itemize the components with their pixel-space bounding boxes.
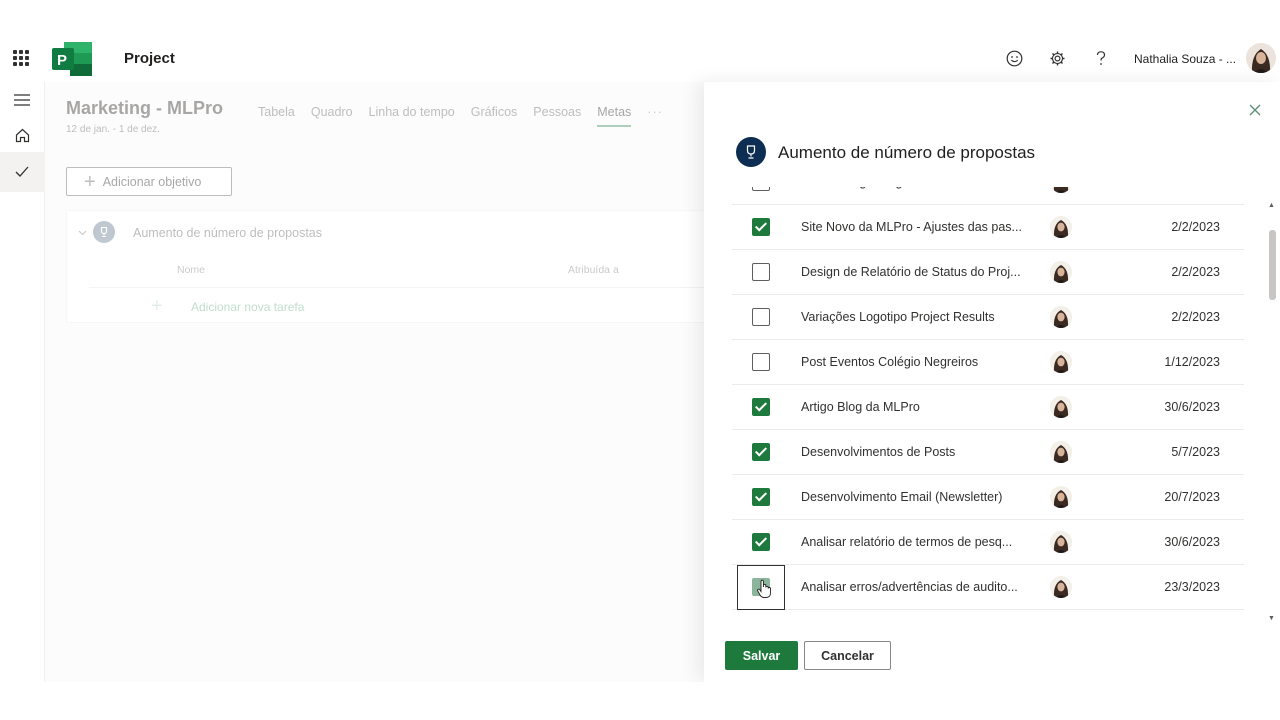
tab-graficos[interactable]: Gráficos — [471, 105, 518, 127]
task-name[interactable]: Artigo Blog da MLPro — [801, 400, 920, 414]
task-name[interactable]: Desenvolvimentos de Posts — [801, 445, 955, 459]
project-logo: P — [52, 42, 92, 76]
save-button[interactable]: Salvar — [725, 641, 798, 670]
task-checkbox[interactable] — [752, 398, 770, 416]
scroll-up-icon[interactable]: ▲ — [1268, 202, 1275, 209]
hand-cursor-icon — [757, 579, 771, 598]
left-rail — [0, 82, 45, 682]
project-main-area: Marketing - MLPro 12 de jan. - 1 de dez.… — [45, 82, 706, 682]
task-row[interactable]: Variações Logotipo Project Results 2/2/20… — [732, 295, 1244, 340]
task-due-date: 1/12/2023 — [1164, 355, 1220, 369]
task-name[interactable]: Site - Colégio Negreiros — [801, 187, 934, 189]
task-checkbox[interactable] — [752, 533, 770, 551]
home-icon[interactable] — [12, 125, 32, 145]
task-name[interactable]: Desenvolvimento Email (Newsletter) — [801, 490, 1002, 504]
add-goal-button[interactable]: + Adicionar objetivo — [66, 167, 232, 196]
assignee-avatar[interactable] — [1050, 531, 1072, 553]
task-row[interactable]: Desenvolvimento Email (Newsletter) 20/7/2… — [732, 475, 1244, 520]
top-bar: P Project Nathalia Souza - ... — [0, 0, 1280, 82]
tab-pessoas[interactable]: Pessoas — [533, 105, 581, 127]
close-icon[interactable] — [1247, 102, 1263, 118]
task-checkbox[interactable] — [752, 263, 770, 281]
task-row[interactable]: Design de Relatório de Status do Proj...… — [732, 250, 1244, 295]
assignee-avatar[interactable] — [1050, 576, 1072, 598]
feedback-smiley-icon[interactable] — [1004, 48, 1024, 68]
cancel-button[interactable]: Cancelar — [804, 641, 891, 670]
task-due-date: 5/7/2023 — [1171, 445, 1220, 459]
user-avatar[interactable] — [1246, 43, 1276, 73]
tab-tabela[interactable]: Tabela — [258, 105, 295, 127]
task-due-date: 2/2/2023 — [1171, 265, 1220, 279]
hamburger-menu-icon[interactable] — [12, 90, 32, 110]
task-checkbox[interactable] — [752, 308, 770, 326]
task-checkbox[interactable] — [752, 187, 770, 191]
task-due-date: 2/2/2023 — [1171, 310, 1220, 324]
plus-icon: + — [84, 170, 96, 193]
view-tabs: Tabela Quadro Linha do tempo Gráficos Pe… — [258, 105, 679, 127]
task-name[interactable]: Post Eventos Colégio Negreiros — [801, 355, 978, 369]
task-row[interactable]: Site - Colégio Negreiros 9/2/2023 — [732, 187, 1244, 205]
tab-metas[interactable]: Metas — [597, 105, 632, 127]
add-goal-label: Adicionar objetivo — [102, 174, 202, 189]
task-name[interactable]: Analisar relatório de termos de pesq... — [801, 535, 1012, 549]
project-dates: 12 de jan. - 1 de dez. — [66, 124, 160, 135]
task-row[interactable]: Artigo Blog da MLPro 30/6/2023 — [732, 385, 1244, 430]
assignee-avatar[interactable] — [1050, 261, 1072, 283]
task-list: Site - Colégio Negreiros 9/2/2023 Site Nov… — [732, 187, 1244, 631]
task-due-date: 2/2/2023 — [1171, 220, 1220, 234]
tab-linha-do-tempo[interactable]: Linha do tempo — [369, 105, 455, 127]
task-row[interactable]: Desenvolvimentos de Posts 5/7/2023 — [732, 430, 1244, 475]
chevron-down-icon[interactable] — [78, 228, 87, 239]
goal-card: Aumento de número de propostas Nome Atri… — [66, 210, 706, 323]
task-checkbox[interactable] — [752, 353, 770, 371]
column-header-assigned: Atribuída a — [568, 264, 619, 276]
scrollbar[interactable]: ▲ ▼ — [1266, 202, 1278, 630]
help-question-icon[interactable] — [1091, 48, 1111, 68]
trophy-icon — [93, 221, 115, 243]
svg-text:P: P — [57, 52, 67, 69]
task-name[interactable]: Analisar erros/advertências de audito... — [801, 580, 1018, 594]
column-header-name: Nome — [177, 264, 206, 276]
task-row[interactable]: Post Eventos Colégio Negreiros 1/12/2023 — [732, 340, 1244, 385]
app-name: Project — [124, 50, 175, 67]
assignee-avatar[interactable] — [1050, 306, 1072, 328]
trophy-icon — [736, 137, 766, 167]
task-name[interactable]: Variações Logotipo Project Results — [801, 310, 995, 324]
task-due-date: 20/7/2023 — [1164, 490, 1220, 504]
task-row[interactable]: Analisar erros/advertências de audito...… — [732, 565, 1244, 610]
assignee-avatar[interactable] — [1050, 351, 1072, 373]
add-task-plus-icon: + — [151, 295, 163, 317]
panel-title: Aumento de número de propostas — [778, 143, 1036, 162]
task-checkbox[interactable] — [752, 443, 770, 461]
divider — [89, 287, 705, 288]
scroll-down-icon[interactable]: ▼ — [1268, 615, 1275, 622]
more-tabs-icon[interactable]: ··· — [647, 105, 663, 127]
task-due-date: 30/6/2023 — [1164, 400, 1220, 414]
project-title: Marketing - MLPro — [66, 98, 224, 118]
assignee-avatar[interactable] — [1050, 441, 1072, 463]
assignee-avatar[interactable] — [1050, 396, 1072, 418]
assignee-avatar[interactable] — [1050, 216, 1072, 238]
user-name[interactable]: Nathalia Souza - ... — [1134, 52, 1236, 66]
task-row[interactable]: Analisar relatório de termos de pesq... 3… — [732, 520, 1244, 565]
task-name[interactable]: Design de Relatório de Status do Proj... — [801, 265, 1021, 279]
assignee-avatar[interactable] — [1050, 187, 1072, 193]
task-name[interactable]: Site Novo da MLPro - Ajustes das pas... — [801, 220, 1022, 234]
app-launcher-icon[interactable] — [13, 50, 29, 66]
task-checkbox[interactable] — [752, 218, 770, 236]
add-task-link[interactable]: Adicionar nova tarefa — [191, 300, 304, 314]
bottom-strip — [0, 682, 1280, 720]
task-due-date: 30/6/2023 — [1164, 535, 1220, 549]
goal-name[interactable]: Aumento de número de propostas — [133, 226, 322, 240]
task-row[interactable]: Site Novo da MLPro - Ajustes das pas... 2… — [732, 205, 1244, 250]
task-due-date: 23/3/2023 — [1164, 580, 1220, 594]
settings-gear-icon[interactable] — [1047, 48, 1067, 68]
goal-detail-panel: Aumento de número de propostas Site - Co… — [704, 82, 1280, 682]
assignee-avatar[interactable] — [1050, 486, 1072, 508]
task-due-date: 9/2/2023 — [1171, 187, 1220, 189]
tab-quadro[interactable]: Quadro — [311, 105, 353, 127]
task-checkbox[interactable] — [752, 488, 770, 506]
scroll-thumb[interactable] — [1269, 230, 1276, 300]
my-tasks-check-icon[interactable] — [12, 161, 32, 181]
